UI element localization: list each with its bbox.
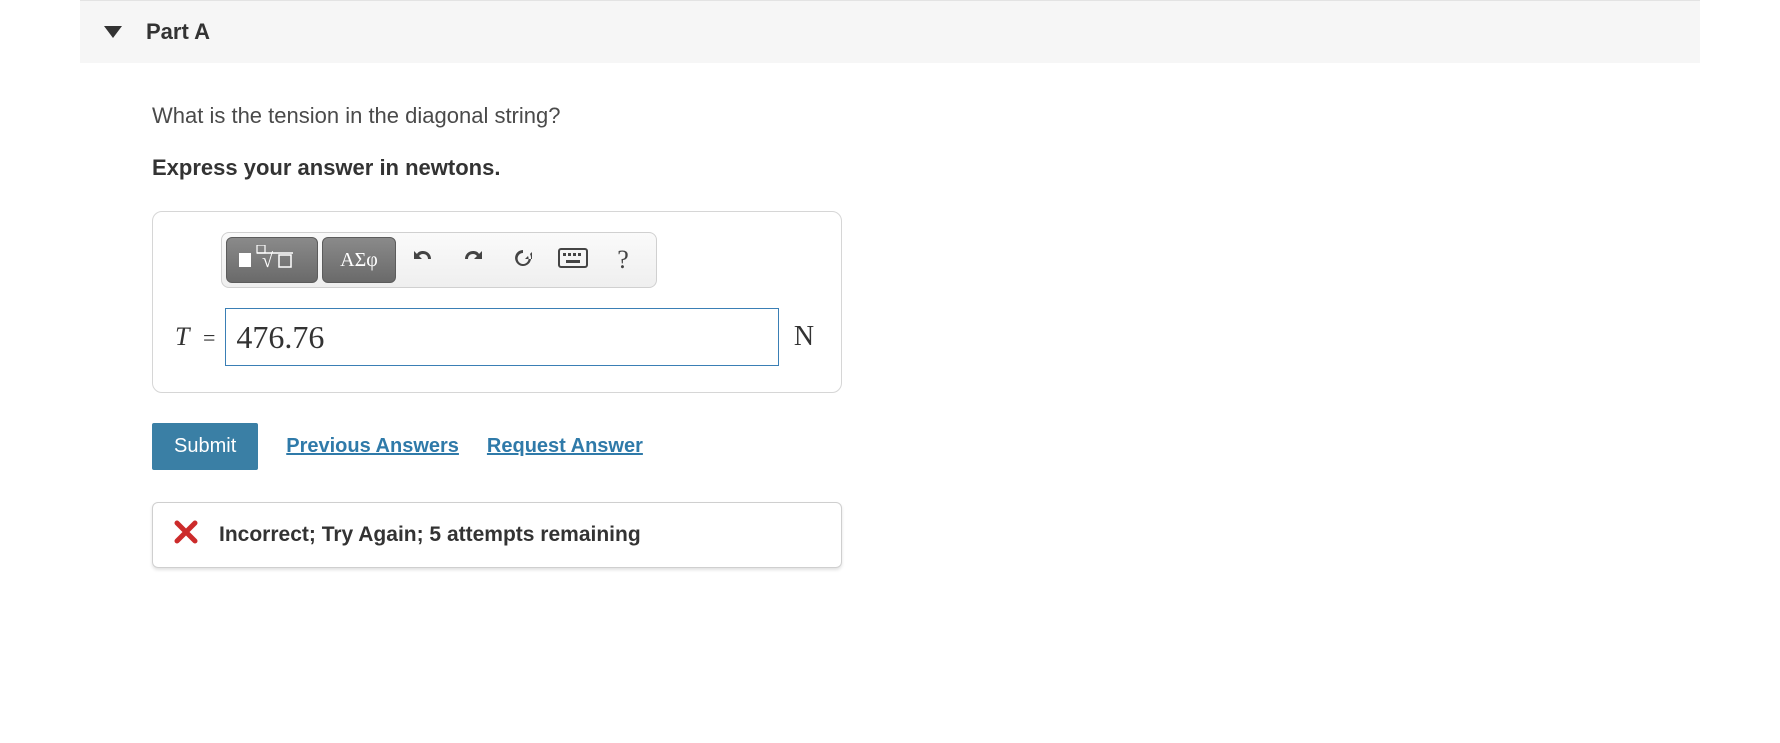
part-header[interactable]: Part A (80, 0, 1700, 63)
help-icon: ? (617, 247, 629, 273)
reset-icon (511, 246, 535, 274)
part-content: What is the tension in the diagonal stri… (80, 103, 1700, 568)
math-templates-button[interactable]: √ (226, 237, 318, 283)
incorrect-x-icon (173, 519, 199, 551)
reset-button[interactable] (500, 237, 546, 283)
collapse-caret-icon[interactable] (104, 21, 122, 44)
submit-button[interactable]: Submit (152, 423, 258, 470)
keyboard-icon (558, 248, 588, 272)
answer-row: T = N (153, 300, 841, 392)
undo-icon (411, 246, 435, 274)
undo-button[interactable] (400, 237, 446, 283)
part-title: Part A (146, 19, 210, 45)
previous-answers-link[interactable]: Previous Answers (286, 435, 459, 458)
answer-unit: N (789, 321, 819, 353)
equation-toolbar: √ ΑΣφ (221, 232, 657, 288)
answer-card: √ ΑΣφ (152, 211, 842, 393)
question-text: What is the tension in the diagonal stri… (152, 103, 1700, 129)
help-button[interactable]: ? (600, 237, 646, 283)
feedback-card: Incorrect; Try Again; 5 attempts remaini… (152, 502, 842, 568)
redo-icon (461, 246, 485, 274)
answer-variable: T = (175, 322, 215, 352)
actions-row: Submit Previous Answers Request Answer (152, 423, 1700, 470)
feedback-text: Incorrect; Try Again; 5 attempts remaini… (219, 523, 641, 547)
request-answer-link[interactable]: Request Answer (487, 435, 643, 458)
keyboard-button[interactable] (550, 237, 596, 283)
math-templates-icon: √ (237, 245, 307, 275)
instruction-text: Express your answer in newtons. (152, 155, 1700, 181)
redo-button[interactable] (450, 237, 496, 283)
answer-input[interactable] (225, 308, 779, 366)
greek-letters-button[interactable]: ΑΣφ (322, 237, 396, 283)
